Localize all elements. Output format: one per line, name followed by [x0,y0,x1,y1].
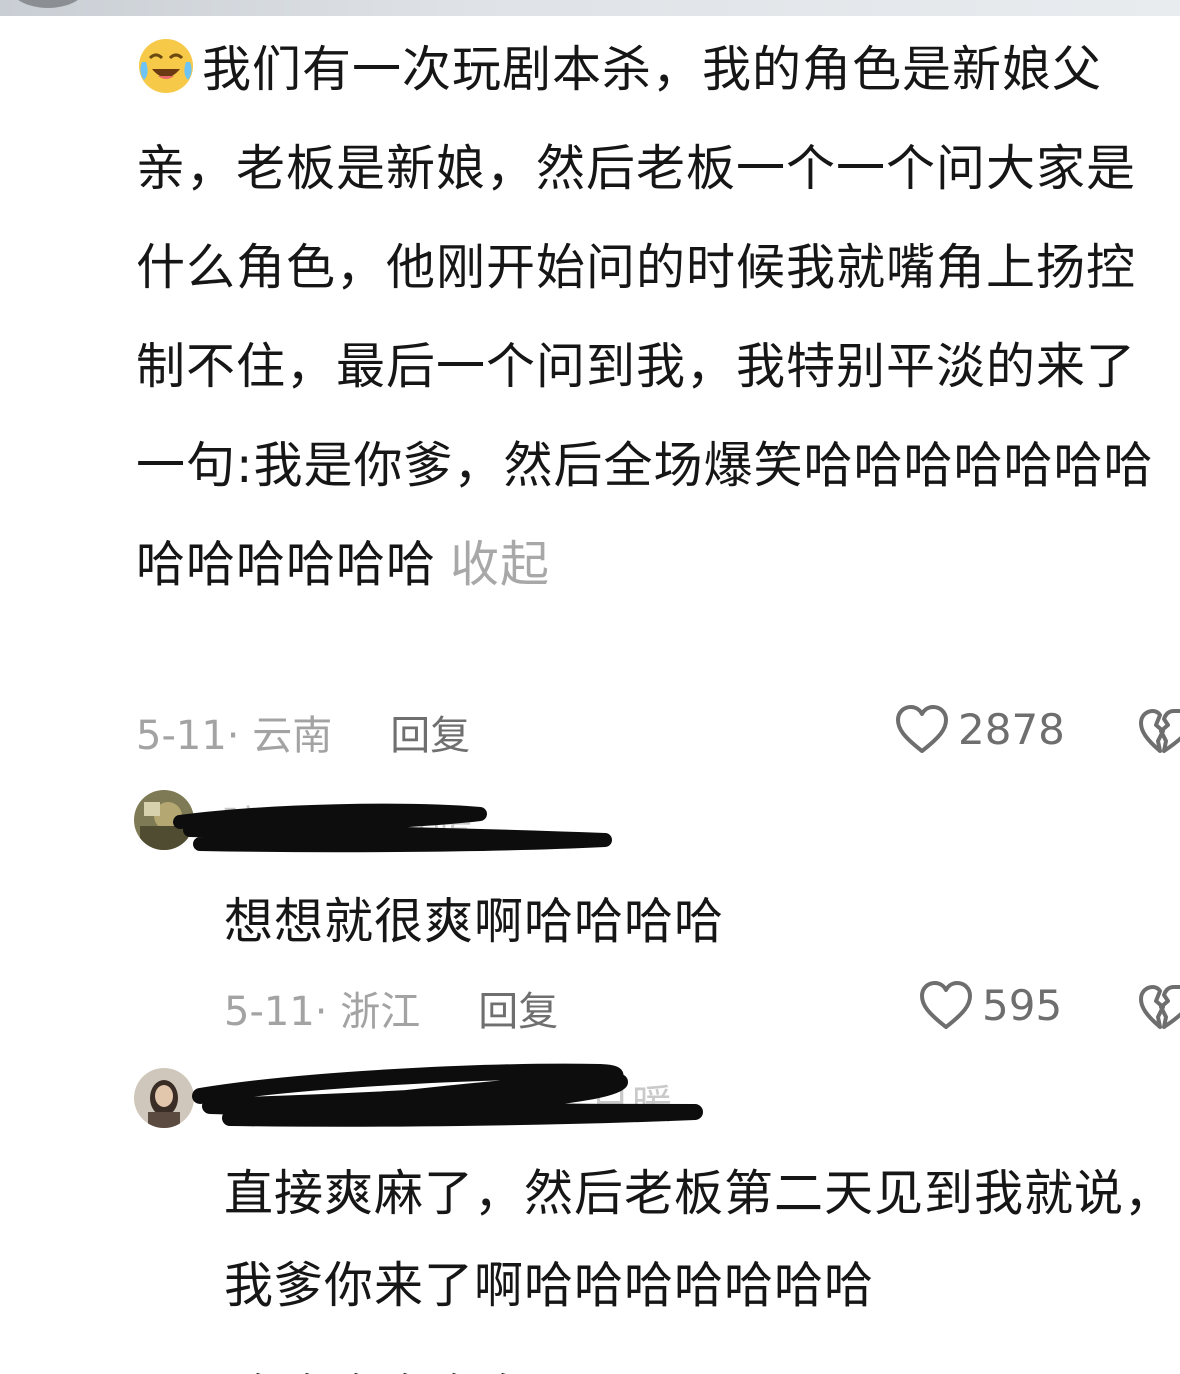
broken-heart-icon[interactable] [1138,983,1180,1031]
heart-icon [920,981,972,1029]
reply-like-button[interactable]: 595 [918,979,1062,1031]
broken-heart-icon[interactable] [1138,707,1180,755]
redaction-scribble [192,1063,703,1127]
reply-date-location: 5-11· 浙江 [224,989,421,1035]
comment-like-count: 2878 [958,704,1065,754]
top-strip [0,0,1180,16]
crying-laughing-emoji-icon [139,39,193,93]
comment-like-button[interactable]: 2878 [894,703,1065,755]
comment-text-block: 我们有一次玩剧本杀，我的角色是新娘父亲，老板是新娘，然后老板一个一个问大家是什么… [136,20,1166,614]
reply-text: 直接爽麻了，然后老板第二天见到我就说，我爹你来了啊哈哈哈哈哈哈哈 [224,1165,1175,1314]
reply-text-cut-off: 哈哈哈哈哈哈 [226,1352,520,1374]
comment-text: 我们有一次玩剧本杀，我的角色是新娘父亲，老板是新娘，然后老板一个一个问大家是什么… [136,41,1154,593]
collapse-link[interactable]: 收起 [450,536,550,593]
reply-reply-button[interactable]: 回复 [478,979,558,1037]
reply-meta: 5-11· 浙江 回复 [224,983,558,1035]
comment-reply-button[interactable]: 回复 [390,703,470,761]
comment-date-location: 5-11· 云南 [136,713,333,759]
heart-icon [896,705,948,753]
reply-like-count: 595 [982,980,1063,1030]
comment-meta: 5-11· 云南 回复 [136,707,470,759]
reply-text: 想想就很爽啊哈哈哈哈 [224,893,725,950]
redaction-scribble [173,803,612,853]
